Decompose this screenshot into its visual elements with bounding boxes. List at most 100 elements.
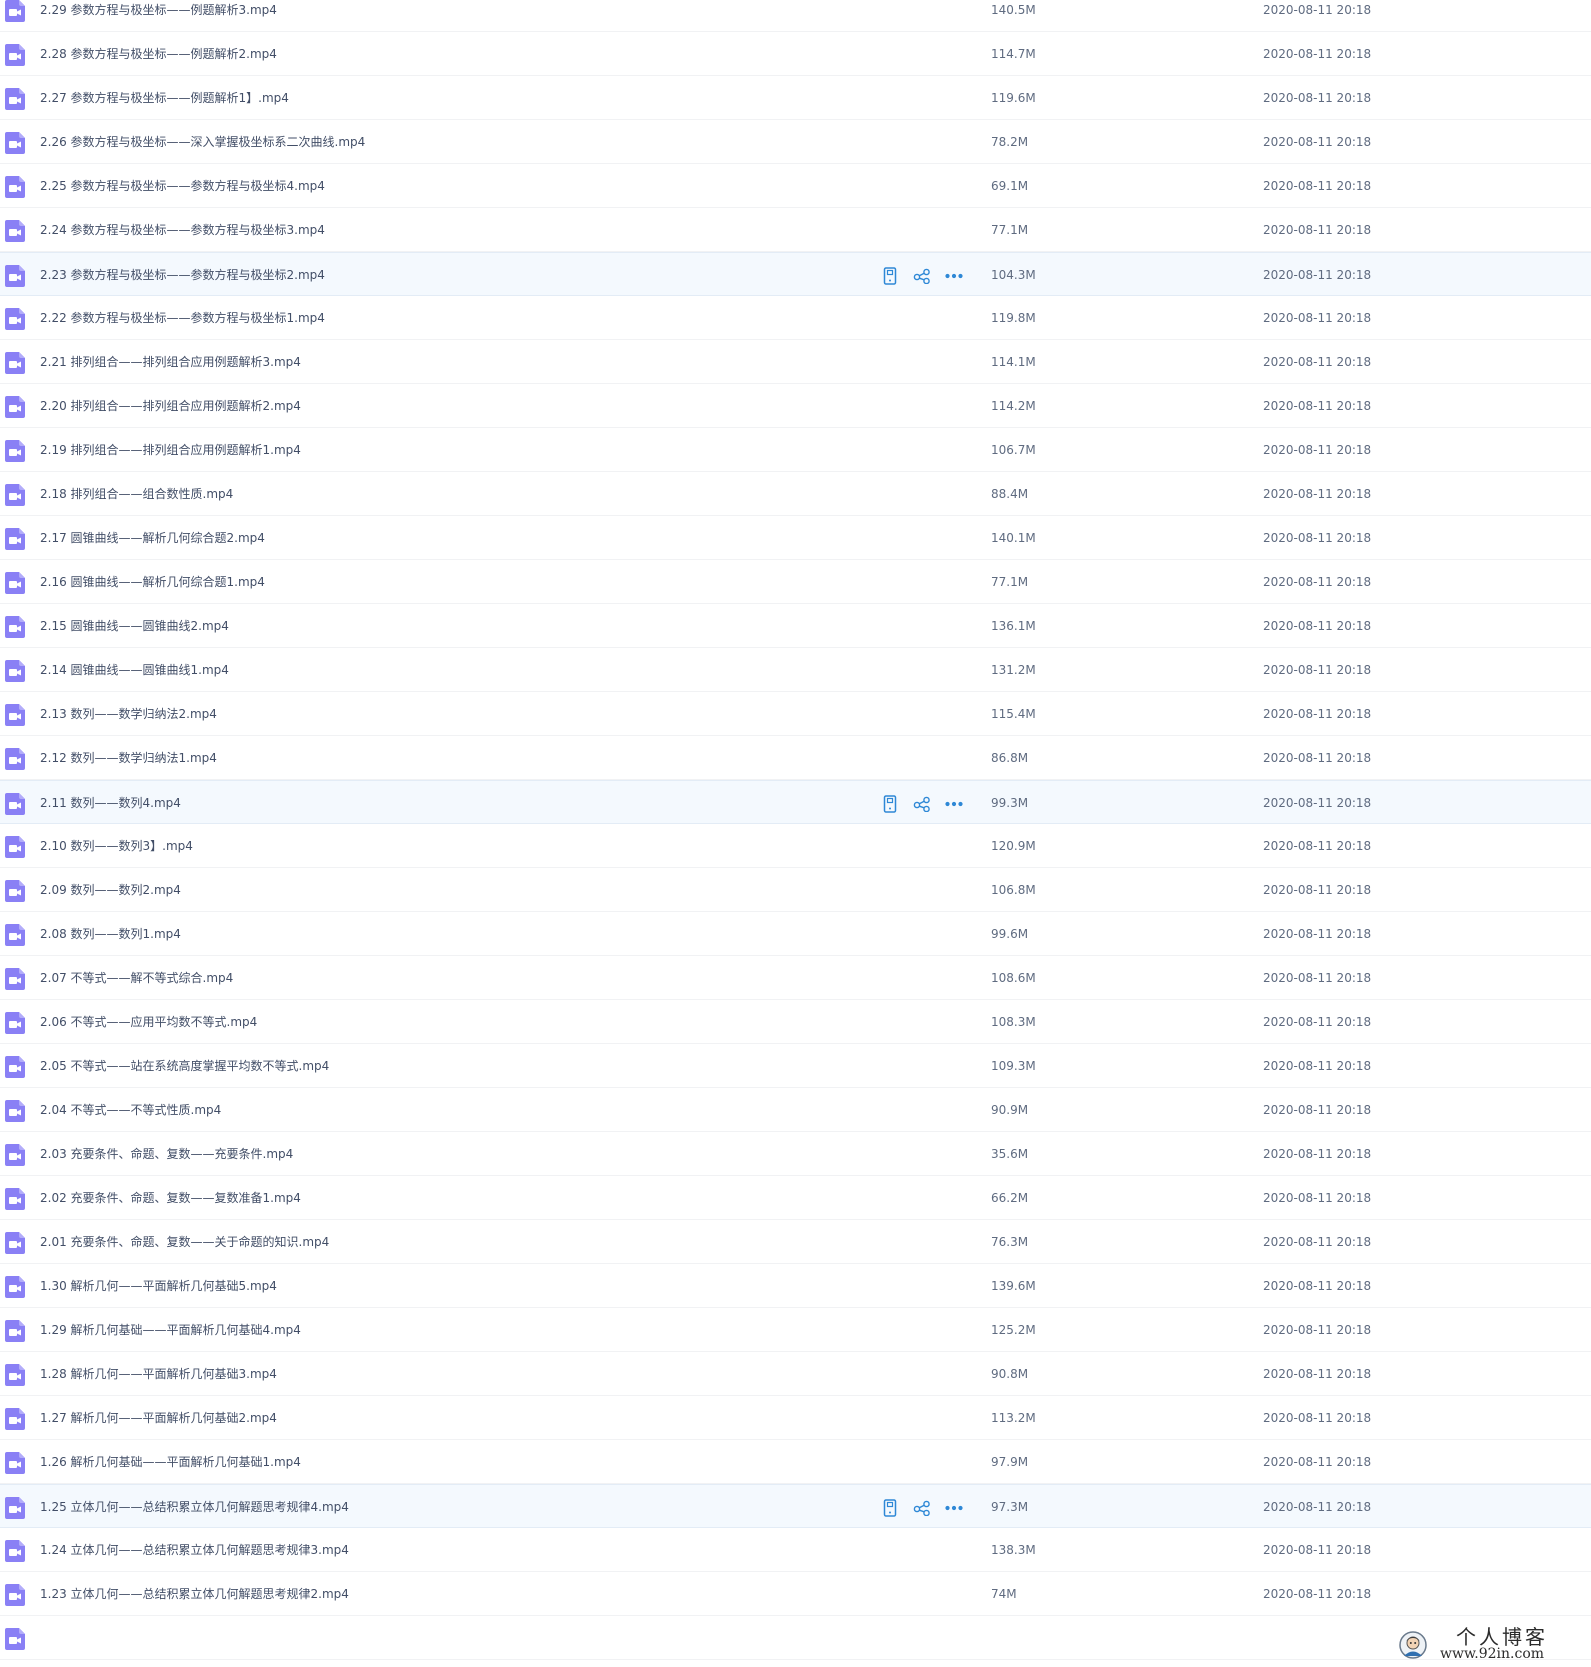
file-name[interactable]: 1.25 立体几何——总结积累立体几何解题思考规律4.mp4 xyxy=(40,1499,349,1515)
file-row[interactable]: 2.25 参数方程与极坐标——参数方程与极坐标4.mp4 69.1M 2020-08… xyxy=(0,164,1591,208)
file-name[interactable]: 2.11 数列——数列4.mp4 xyxy=(40,795,181,811)
file-row[interactable]: 1.27 解析几何——平面解析几何基础2.mp4 113.2M 2020-08-11… xyxy=(0,1396,1591,1440)
file-row[interactable]: 2.03 充要条件、命题、复数——充要条件.mp4 35.6M 2020-08-11… xyxy=(0,1132,1591,1176)
phone-icon[interactable] xyxy=(880,1498,900,1518)
phone-icon[interactable] xyxy=(880,794,900,814)
file-row[interactable]: 2.09 数列——数列2.mp4 106.8M 2020-08-11 20:18 xyxy=(0,868,1591,912)
file-row[interactable]: 1.26 解析几何基础——平面解析几何基础1.mp4 97.9M 2020-08-1… xyxy=(0,1440,1591,1484)
file-size: 108.6M xyxy=(991,971,1036,985)
file-row[interactable]: 2.11 数列——数列4.mp4 99.3M 2020-08-11 20:18 xyxy=(0,780,1591,824)
file-row[interactable]: 2.17 圆锥曲线——解析几何综合题2.mp4 140.1M 2020-08-11 … xyxy=(0,516,1591,560)
file-name[interactable]: 2.16 圆锥曲线——解析几何综合题1.mp4 xyxy=(40,574,265,590)
file-size: 113.2M xyxy=(991,1411,1036,1425)
file-row[interactable]: 2.13 数列——数学归纳法2.mp4 115.4M 2020-08-11 20:1… xyxy=(0,692,1591,736)
file-name[interactable]: 2.27 参数方程与极坐标——例题解析1】.mp4 xyxy=(40,90,289,106)
file-name[interactable]: 2.17 圆锥曲线——解析几何综合题2.mp4 xyxy=(40,530,265,546)
file-row[interactable]: 2.14 圆锥曲线——圆锥曲线1.mp4 131.2M 2020-08-11 20:… xyxy=(0,648,1591,692)
file-name[interactable]: 2.24 参数方程与极坐标——参数方程与极坐标3.mp4 xyxy=(40,222,325,238)
more-icon[interactable] xyxy=(944,266,964,286)
video-file-icon xyxy=(4,1407,26,1431)
file-row[interactable]: 2.15 圆锥曲线——圆锥曲线2.mp4 136.1M 2020-08-11 20:… xyxy=(0,604,1591,648)
file-row[interactable]: 1.24 立体几何——总结积累立体几何解题思考规律3.mp4 138.3M 2020… xyxy=(0,1528,1591,1572)
file-name[interactable]: 2.18 排列组合——组合数性质.mp4 xyxy=(40,486,233,502)
file-row[interactable]: 2.23 参数方程与极坐标——参数方程与极坐标2.mp4 104.3M 2020-0… xyxy=(0,252,1591,296)
file-name[interactable]: 1.30 解析几何——平面解析几何基础5.mp4 xyxy=(40,1278,277,1294)
more-icon[interactable] xyxy=(944,794,964,814)
file-name[interactable]: 1.26 解析几何基础——平面解析几何基础1.mp4 xyxy=(40,1454,301,1470)
file-name[interactable]: 2.29 参数方程与极坐标——例题解析3.mp4 xyxy=(40,2,277,18)
file-name[interactable]: 2.06 不等式——应用平均数不等式.mp4 xyxy=(40,1014,257,1030)
file-row[interactable]: 2.01 充要条件、命题、复数——关于命题的知识.mp4 76.3M 2020-08… xyxy=(0,1220,1591,1264)
phone-icon-graphic xyxy=(883,1499,897,1517)
file-row[interactable]: 2.07 不等式——解不等式综合.mp4 108.6M 2020-08-11 20:… xyxy=(0,956,1591,1000)
watermark-url: www.92in.com xyxy=(1440,1646,1545,1662)
file-row[interactable]: 2.10 数列——数列3】.mp4 120.9M 2020-08-11 20:18 xyxy=(0,824,1591,868)
video-file-icon xyxy=(4,703,26,727)
blog-logo-icon xyxy=(1399,1631,1427,1659)
file-row[interactable]: 2.06 不等式——应用平均数不等式.mp4 108.3M 2020-08-11 2… xyxy=(0,1000,1591,1044)
file-row[interactable]: 2.19 排列组合——排列组合应用例题解析1.mp4 106.7M 2020-08-… xyxy=(0,428,1591,472)
share-icon[interactable] xyxy=(912,266,932,286)
file-row[interactable]: 1.29 解析几何基础——平面解析几何基础4.mp4 125.2M 2020-08-… xyxy=(0,1308,1591,1352)
file-name[interactable]: 1.23 立体几何——总结积累立体几何解题思考规律2.mp4 xyxy=(40,1586,349,1602)
file-name[interactable]: 2.14 圆锥曲线——圆锥曲线1.mp4 xyxy=(40,662,229,678)
file-name[interactable]: 2.09 数列——数列2.mp4 xyxy=(40,882,181,898)
file-row[interactable]: 2.27 参数方程与极坐标——例题解析1】.mp4 119.6M 2020-08-1… xyxy=(0,76,1591,120)
file-row[interactable]: 1.28 解析几何——平面解析几何基础3.mp4 90.8M 2020-08-11 … xyxy=(0,1352,1591,1396)
file-name[interactable]: 2.10 数列——数列3】.mp4 xyxy=(40,838,193,854)
file-row[interactable]: 1.25 立体几何——总结积累立体几何解题思考规律4.mp4 97.3M 2020-… xyxy=(0,1484,1591,1528)
file-date: 2020-08-11 20:18 xyxy=(1263,1147,1372,1161)
file-row[interactable]: 2.05 不等式——站在系统高度掌握平均数不等式.mp4 109.3M 2020-0… xyxy=(0,1044,1591,1088)
file-row[interactable]: 2.22 参数方程与极坐标——参数方程与极坐标1.mp4 119.8M 2020-0… xyxy=(0,296,1591,340)
file-name[interactable]: 1.28 解析几何——平面解析几何基础3.mp4 xyxy=(40,1366,277,1382)
file-row[interactable]: 2.24 参数方程与极坐标——参数方程与极坐标3.mp4 77.1M 2020-08… xyxy=(0,208,1591,252)
file-name[interactable]: 2.03 充要条件、命题、复数——充要条件.mp4 xyxy=(40,1146,293,1162)
file-row[interactable]: 2.18 排列组合——组合数性质.mp4 88.4M 2020-08-11 20:1… xyxy=(0,472,1591,516)
file-name[interactable]: 2.07 不等式——解不等式综合.mp4 xyxy=(40,970,233,986)
file-name[interactable]: 2.20 排列组合——排列组合应用例题解析2.mp4 xyxy=(40,398,301,414)
file-row[interactable]: 2.21 排列组合——排列组合应用例题解析3.mp4 114.1M 2020-08-… xyxy=(0,340,1591,384)
file-name[interactable]: 2.01 充要条件、命题、复数——关于命题的知识.mp4 xyxy=(40,1234,329,1250)
file-name[interactable]: 2.25 参数方程与极坐标——参数方程与极坐标4.mp4 xyxy=(40,178,325,194)
file-row[interactable]: 2.08 数列——数列1.mp4 99.6M 2020-08-11 20:18 xyxy=(0,912,1591,956)
file-name[interactable]: 2.05 不等式——站在系统高度掌握平均数不等式.mp4 xyxy=(40,1058,329,1074)
file-date: 2020-08-11 20:18 xyxy=(1263,1323,1372,1337)
file-row[interactable]: 2.20 排列组合——排列组合应用例题解析2.mp4 114.2M 2020-08-… xyxy=(0,384,1591,428)
file-name[interactable]: 2.21 排列组合——排列组合应用例题解析3.mp4 xyxy=(40,354,301,370)
video-file-icon xyxy=(4,1451,26,1475)
file-row[interactable]: 2.16 圆锥曲线——解析几何综合题1.mp4 77.1M 2020-08-11 2… xyxy=(0,560,1591,604)
file-row[interactable]: 1.23 立体几何——总结积累立体几何解题思考规律2.mp4 74M 2020-08… xyxy=(0,1572,1591,1616)
file-name[interactable]: 2.26 参数方程与极坐标——深入掌握极坐标系二次曲线.mp4 xyxy=(40,134,365,150)
file-name[interactable]: 2.02 充要条件、命题、复数——复数准备1.mp4 xyxy=(40,1190,301,1206)
share-icon[interactable] xyxy=(912,794,932,814)
file-date: 2020-08-11 20:18 xyxy=(1263,1543,1372,1557)
file-row[interactable]: 2.04 不等式——不等式性质.mp4 90.9M 2020-08-11 20:18 xyxy=(0,1088,1591,1132)
file-name[interactable]: 2.13 数列——数学归纳法2.mp4 xyxy=(40,706,217,722)
file-name[interactable]: 2.04 不等式——不等式性质.mp4 xyxy=(40,1102,221,1118)
file-row[interactable]: 2.28 参数方程与极坐标——例题解析2.mp4 114.7M 2020-08-11… xyxy=(0,32,1591,76)
file-name[interactable]: 2.22 参数方程与极坐标——参数方程与极坐标1.mp4 xyxy=(40,310,325,326)
file-row[interactable]: 1.30 解析几何——平面解析几何基础5.mp4 139.6M 2020-08-11… xyxy=(0,1264,1591,1308)
more-icon[interactable] xyxy=(944,1498,964,1518)
file-row[interactable]: 2.26 参数方程与极坐标——深入掌握极坐标系二次曲线.mp4 78.2M 2020… xyxy=(0,120,1591,164)
file-name[interactable]: 1.27 解析几何——平面解析几何基础2.mp4 xyxy=(40,1410,277,1426)
file-row[interactable]: 2.12 数列——数学归纳法1.mp4 86.8M 2020-08-11 20:18 xyxy=(0,736,1591,780)
file-name[interactable]: 2.15 圆锥曲线——圆锥曲线2.mp4 xyxy=(40,618,229,634)
file-name[interactable]: 1.24 立体几何——总结积累立体几何解题思考规律3.mp4 xyxy=(40,1542,349,1558)
file-name[interactable]: 2.12 数列——数学归纳法1.mp4 xyxy=(40,750,217,766)
file-date: 2020-08-11 20:18 xyxy=(1263,531,1372,545)
row-actions xyxy=(880,1497,976,1519)
share-icon[interactable] xyxy=(912,1498,932,1518)
file-name[interactable]: 2.28 参数方程与极坐标——例题解析2.mp4 xyxy=(40,46,277,62)
file-date: 2020-08-11 20:18 xyxy=(1263,796,1372,810)
video-file-icon xyxy=(4,307,26,331)
file-row[interactable] xyxy=(0,1616,1591,1660)
file-name[interactable]: 2.23 参数方程与极坐标——参数方程与极坐标2.mp4 xyxy=(40,267,325,283)
file-name[interactable]: 2.08 数列——数列1.mp4 xyxy=(40,926,181,942)
file-row[interactable]: 2.29 参数方程与极坐标——例题解析3.mp4 140.5M 2020-08-11… xyxy=(0,0,1591,32)
file-row[interactable]: 2.02 充要条件、命题、复数——复数准备1.mp4 66.2M 2020-08-1… xyxy=(0,1176,1591,1220)
file-name[interactable]: 1.29 解析几何基础——平面解析几何基础4.mp4 xyxy=(40,1322,301,1338)
file-date: 2020-08-11 20:18 xyxy=(1263,619,1372,633)
file-name[interactable]: 2.19 排列组合——排列组合应用例题解析1.mp4 xyxy=(40,442,301,458)
phone-icon[interactable] xyxy=(880,266,900,286)
